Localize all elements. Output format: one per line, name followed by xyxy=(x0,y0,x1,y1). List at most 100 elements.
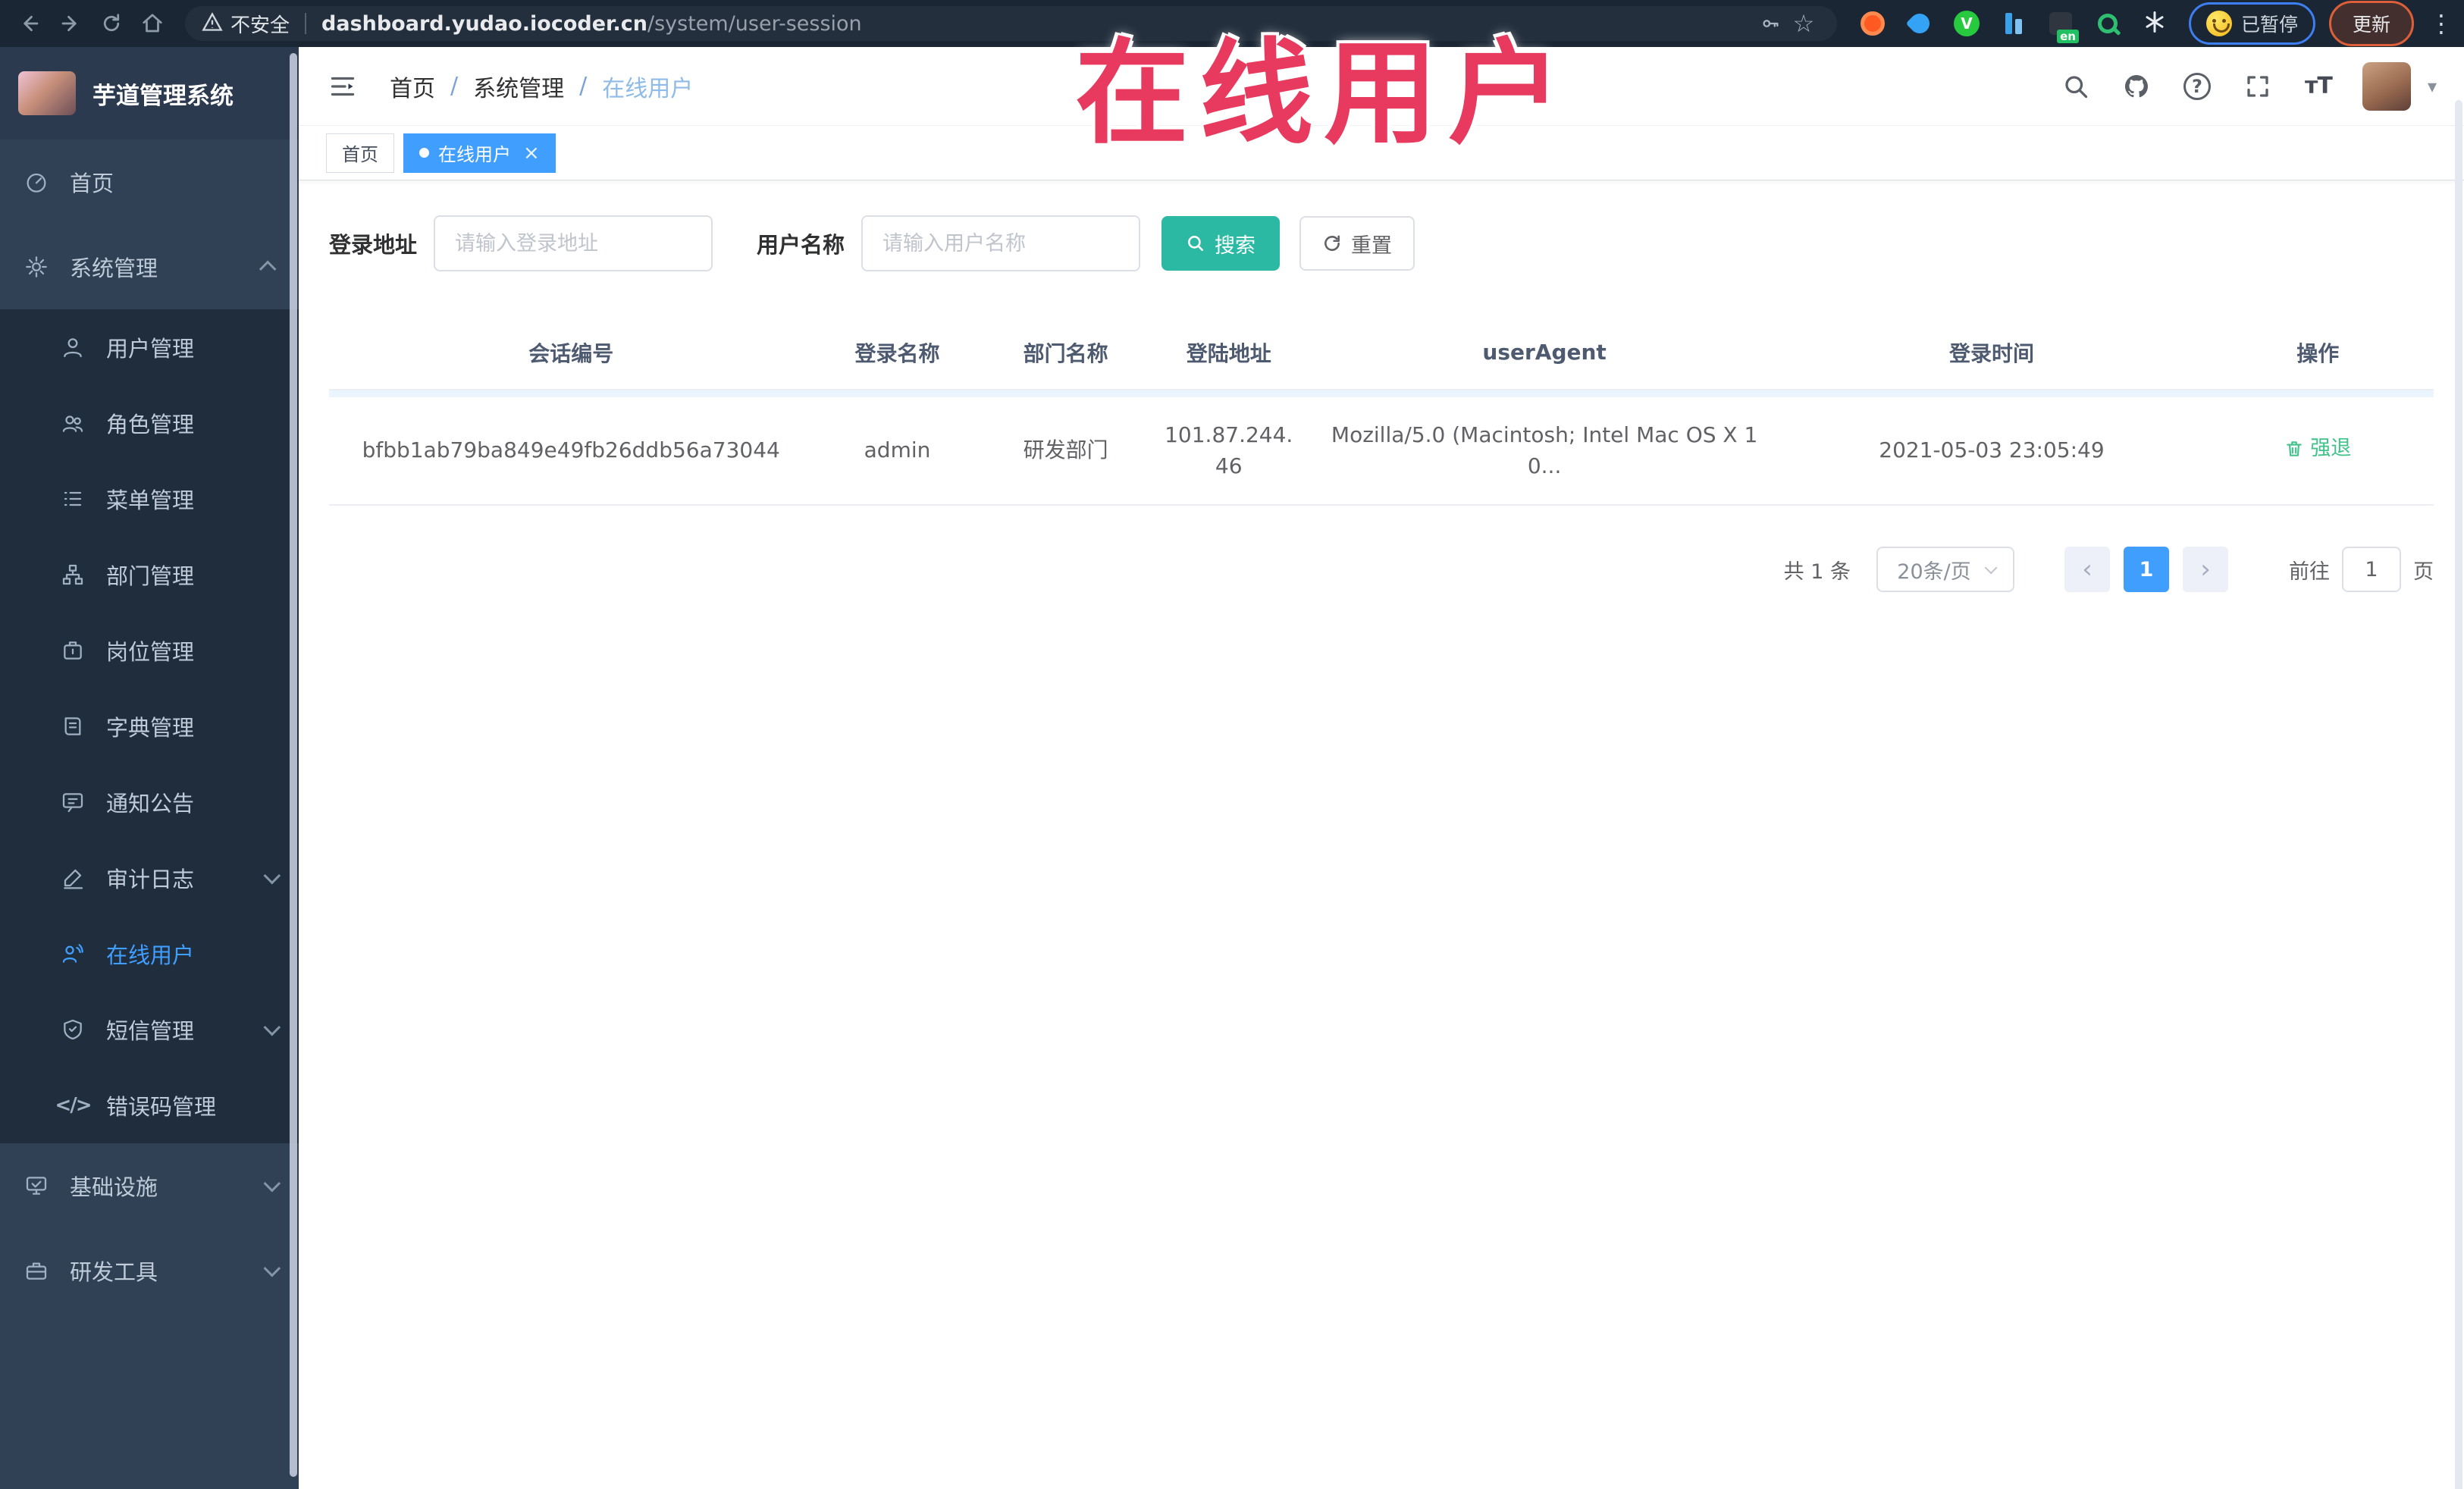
page-unit-label: 页 xyxy=(2413,560,2434,584)
extension-pin-icon[interactable] xyxy=(1903,7,1936,40)
close-icon[interactable]: × xyxy=(523,143,540,163)
back-icon[interactable] xyxy=(12,6,47,41)
browser-update-button[interactable]: 更新 xyxy=(2328,1,2414,46)
sidebar-item-label: 角色管理 xyxy=(106,412,195,437)
extension-snowflake-icon[interactable] xyxy=(2138,7,2171,40)
breadcrumb-system[interactable]: 系统管理 xyxy=(473,70,564,103)
chevron-down-icon xyxy=(1984,561,1998,575)
sidebar-item-audit-logs[interactable]: 审计日志 xyxy=(0,840,299,916)
login-address-label: 登录地址 xyxy=(329,232,418,258)
header-highlight-strip xyxy=(329,390,2434,397)
reload-icon[interactable] xyxy=(94,6,129,41)
home-icon[interactable] xyxy=(135,6,170,41)
sidebar-item-dictionary[interactable]: 字典管理 xyxy=(0,688,299,764)
cell-login-name: admin xyxy=(813,397,982,506)
sidebar-item-dev-tools[interactable]: 研发工具 xyxy=(0,1228,299,1313)
sidebar-item-sms[interactable]: 短信管理 xyxy=(0,992,299,1067)
menu-list-icon xyxy=(59,487,86,511)
main-area: 首页 / 系统管理 / 在线用户 ? тT ▾ 首页 在线用户 × 登录地址 请… xyxy=(299,47,2464,1489)
sidebar-item-menus[interactable]: 菜单管理 xyxy=(0,461,299,537)
username-input[interactable] xyxy=(861,215,1141,271)
sidebar-item-system[interactable]: 系统管理 xyxy=(0,224,299,309)
goto-label: 前往 xyxy=(2289,560,2330,584)
password-key-icon[interactable] xyxy=(1754,7,1787,40)
page-content: 登录地址 用户名称 搜索 重置 xyxy=(299,180,2464,1489)
page-size-select[interactable]: 20条/页 xyxy=(1876,547,2014,592)
fullscreen-icon[interactable] xyxy=(2241,70,2274,103)
browser-menu-icon[interactable]: ⋮ xyxy=(2429,9,2453,38)
extension-v-icon[interactable]: V xyxy=(1950,7,1983,40)
chevron-down-icon xyxy=(263,1018,281,1036)
page-scrollbar[interactable] xyxy=(2455,100,2462,1489)
extension-orange-icon[interactable] xyxy=(1856,7,1889,40)
paused-label: 已暂停 xyxy=(2240,14,2298,36)
bookmark-star-icon[interactable]: ☆ xyxy=(1787,7,1820,40)
col-actions: 操作 xyxy=(2202,315,2434,390)
paused-extension-badge[interactable]: 已暂停 xyxy=(2188,2,2315,45)
force-logout-button[interactable]: 强退 xyxy=(2284,434,2351,463)
dashboard-icon xyxy=(23,170,50,194)
edit-log-icon xyxy=(59,866,86,890)
url-divider xyxy=(305,13,307,34)
total-count: 共 1 条 xyxy=(1783,560,1851,584)
user-avatar[interactable] xyxy=(2362,61,2411,111)
table-row: bfbb1ab79ba849e49fb26ddb56a73044 admin 研… xyxy=(329,397,2434,506)
reset-button[interactable]: 重置 xyxy=(1299,216,1415,271)
hamburger-icon[interactable] xyxy=(326,70,359,103)
sidebar-item-online-users[interactable]: 在线用户 xyxy=(0,916,299,992)
app-logo[interactable]: 芋道管理系统 xyxy=(0,47,299,139)
extension-magnifier-icon[interactable] xyxy=(2091,7,2124,40)
sidebar-item-infrastructure[interactable]: 基础设施 xyxy=(0,1143,299,1228)
chevron-down-icon xyxy=(263,1174,281,1193)
sidebar-item-home[interactable]: 首页 xyxy=(0,139,299,224)
col-session-id: 会话编号 xyxy=(329,315,813,390)
col-login-ip: 登陆地址 xyxy=(1149,315,1308,390)
sessions-table: 会话编号 登录名称 部门名称 登陆地址 userAgent 登录时间 操作 bf… xyxy=(329,315,2434,506)
sidebar-item-posts[interactable]: 岗位管理 xyxy=(0,613,299,688)
sidebar-item-roles[interactable]: 角色管理 xyxy=(0,385,299,461)
sidebar-item-error-codes[interactable]: </> 错误码管理 xyxy=(0,1067,299,1143)
github-icon[interactable] xyxy=(2120,70,2153,103)
sidebar-item-label: 错误码管理 xyxy=(106,1094,217,1120)
extension-translate-icon[interactable] xyxy=(2044,7,2077,40)
search-icon[interactable] xyxy=(2059,70,2093,103)
sidebar-item-label: 审计日志 xyxy=(106,867,195,892)
sidebar-item-departments[interactable]: 部门管理 xyxy=(0,537,299,613)
help-icon[interactable]: ? xyxy=(2180,70,2214,103)
cell-session-id: bfbb1ab79ba849e49fb26ddb56a73044 xyxy=(329,397,813,506)
tags-view-bar: 首页 在线用户 × xyxy=(299,126,2464,180)
chevron-down-icon xyxy=(263,1259,281,1277)
caret-down-icon[interactable]: ▾ xyxy=(2428,76,2437,97)
breadcrumb-home[interactable]: 首页 xyxy=(390,70,435,103)
current-page-button[interactable]: 1 xyxy=(2124,547,2169,592)
next-page-button[interactable]: › xyxy=(2183,547,2228,592)
pagination: 共 1 条 20条/页 ‹ 1 › 前往 页 xyxy=(329,547,2434,592)
app-header: 首页 / 系统管理 / 在线用户 ? тT ▾ xyxy=(299,47,2464,126)
url-bar[interactable]: 不安全 dashboard.yudao.iocoder.cn /system/u… xyxy=(185,6,1837,41)
filter-form: 登录地址 用户名称 搜索 重置 xyxy=(329,215,2434,271)
prev-page-button[interactable]: ‹ xyxy=(2064,547,2110,592)
badge-icon xyxy=(59,638,86,663)
extension-bars-icon[interactable] xyxy=(1997,7,2030,40)
sidebar-scrollbar[interactable] xyxy=(290,53,297,1477)
search-button[interactable]: 搜索 xyxy=(1161,216,1281,271)
tab-online-users[interactable]: 在线用户 × xyxy=(403,133,556,173)
update-label: 更新 xyxy=(2352,14,2390,36)
chevron-up-icon xyxy=(259,260,277,278)
header-actions: ? тT ▾ xyxy=(2059,61,2437,111)
sidebar-item-users[interactable]: 用户管理 xyxy=(0,309,299,385)
login-address-input[interactable] xyxy=(434,215,713,271)
col-login-time: 登录时间 xyxy=(1781,315,2202,390)
force-logout-label: 强退 xyxy=(2310,437,2352,461)
org-tree-icon xyxy=(59,563,86,587)
tab-home[interactable]: 首页 xyxy=(326,133,394,173)
sidebar-item-notices[interactable]: 通知公告 xyxy=(0,764,299,840)
cell-user-agent: Mozilla/5.0 (Macintosh; Intel Mac OS X 1… xyxy=(1307,397,1782,506)
goto-page-input[interactable] xyxy=(2342,547,2401,592)
font-size-icon[interactable]: тT xyxy=(2302,70,2335,103)
col-user-agent: userAgent xyxy=(1307,315,1782,390)
cell-login-ip: 101.87.244.46 xyxy=(1149,397,1308,506)
forward-icon[interactable] xyxy=(53,6,88,41)
sidebar-item-label: 通知公告 xyxy=(106,791,195,817)
book-icon xyxy=(59,714,86,738)
